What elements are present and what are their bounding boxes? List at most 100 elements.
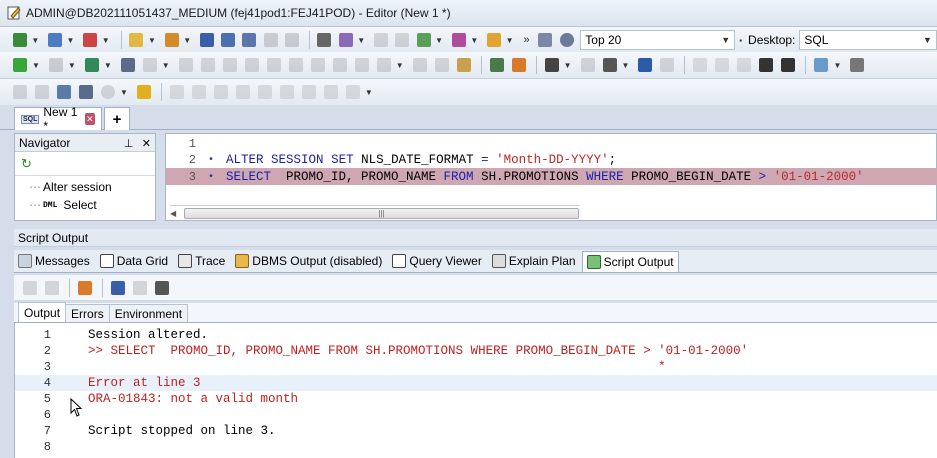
- undo-icon[interactable]: [635, 56, 655, 74]
- tab-messages[interactable]: Messages: [14, 251, 94, 272]
- close-tab-icon[interactable]: ✕: [84, 113, 95, 125]
- nav-icon-9[interactable]: [343, 83, 363, 101]
- debug-icon[interactable]: [176, 56, 196, 74]
- tools-icon[interactable]: [308, 56, 328, 74]
- copy-icon[interactable]: [282, 31, 301, 49]
- grid-icon[interactable]: [410, 56, 430, 74]
- close-icon[interactable]: ✕: [142, 138, 151, 150]
- output-line-text: Error at line 3: [88, 376, 201, 390]
- clear-icon[interactable]: [130, 279, 150, 297]
- stop-icon[interactable]: [286, 56, 306, 74]
- plugin-icon[interactable]: [134, 83, 154, 101]
- nav-icon-6[interactable]: [277, 83, 297, 101]
- tab-script-output[interactable]: Script Output: [581, 250, 679, 272]
- tree-item-select[interactable]: ⋯ DML Select: [29, 196, 155, 214]
- print-icon[interactable]: [315, 31, 334, 49]
- nav-icon-7[interactable]: [299, 83, 319, 101]
- output-icon-1[interactable]: [20, 279, 40, 297]
- save-icon[interactable]: [108, 279, 128, 297]
- explain-icon[interactable]: [140, 56, 160, 74]
- copy-doc-icon[interactable]: [75, 279, 95, 297]
- open-recent-icon[interactable]: [162, 31, 181, 49]
- step-out-icon[interactable]: [264, 56, 284, 74]
- output-icon-2[interactable]: [42, 279, 62, 297]
- step-icon[interactable]: [220, 56, 240, 74]
- new-tab-button[interactable]: +: [104, 107, 130, 130]
- lowercase-icon[interactable]: [712, 56, 732, 74]
- tab-dbms-output[interactable]: DBMS Output (disabled): [231, 251, 386, 272]
- uppercase-icon[interactable]: [690, 56, 710, 74]
- arrow-icon[interactable]: [32, 83, 52, 101]
- run-icon[interactable]: [10, 83, 30, 101]
- disconnect-icon[interactable]: [80, 31, 99, 49]
- nav-icon-4[interactable]: [233, 83, 253, 101]
- more-icon[interactable]: [847, 56, 867, 74]
- run-statement-icon[interactable]: [10, 56, 30, 74]
- nav-icon-2[interactable]: [189, 83, 209, 101]
- tab-data-grid[interactable]: Data Grid: [96, 251, 172, 272]
- paint-icon[interactable]: [811, 56, 831, 74]
- nav-icon-1[interactable]: [167, 83, 187, 101]
- nav-icon-3[interactable]: [211, 83, 231, 101]
- script-output-area[interactable]: 1 Session altered. 2 >> SELECT PROMO_ID,…: [14, 323, 937, 458]
- initcap-icon[interactable]: [734, 56, 754, 74]
- outdent-icon[interactable]: [778, 56, 798, 74]
- scroll-left-icon[interactable]: ◀: [170, 209, 176, 218]
- clear-icon[interactable]: [393, 31, 412, 49]
- open-folder-icon[interactable]: [127, 31, 146, 49]
- tab-trace[interactable]: Trace: [174, 251, 229, 272]
- checklist-icon[interactable]: [487, 56, 507, 74]
- refresh-icon[interactable]: ↻: [21, 156, 32, 172]
- cut-icon[interactable]: [261, 31, 280, 49]
- snippets-icon[interactable]: [484, 31, 503, 49]
- window-icon[interactable]: [54, 83, 74, 101]
- subtab-output[interactable]: Output: [18, 302, 67, 322]
- zoom-icon[interactable]: [557, 31, 576, 49]
- table-icon[interactable]: [432, 56, 452, 74]
- reports-icon[interactable]: [449, 31, 468, 49]
- play-icon[interactable]: [98, 83, 118, 101]
- profile-icon[interactable]: [374, 56, 394, 74]
- horizontal-scrollbar[interactable]: ◀ |||: [170, 205, 580, 220]
- save-all-icon[interactable]: [240, 31, 259, 49]
- redo-icon[interactable]: [657, 56, 677, 74]
- rows-combo[interactable]: Top 20 ▼: [580, 30, 736, 50]
- desktop-combo[interactable]: SQL ▼: [799, 30, 937, 50]
- commit-icon[interactable]: [82, 56, 102, 74]
- variable-icon[interactable]: [198, 56, 218, 74]
- save-as-icon[interactable]: [218, 31, 237, 49]
- tab-new-1[interactable]: SQL New 1 * ✕: [14, 105, 102, 133]
- wrench-icon[interactable]: [330, 56, 350, 74]
- tab-explain-plan[interactable]: Explain Plan: [488, 251, 580, 272]
- settings-icon[interactable]: [352, 56, 372, 74]
- messages-icon: [18, 254, 32, 268]
- print-icon[interactable]: [152, 279, 172, 297]
- rollback-icon[interactable]: [118, 56, 138, 74]
- subtab-errors[interactable]: Errors: [65, 304, 110, 322]
- replace-icon[interactable]: [600, 56, 620, 74]
- monitor-icon[interactable]: [414, 31, 433, 49]
- panel-icon[interactable]: [76, 83, 96, 101]
- tab-query-viewer[interactable]: Query Viewer: [388, 251, 485, 272]
- find-icon[interactable]: [542, 56, 562, 74]
- trace-icon: [178, 254, 193, 268]
- scrollbar-thumb[interactable]: |||: [184, 208, 579, 219]
- save-icon[interactable]: [197, 31, 216, 49]
- subtab-environment[interactable]: Environment: [108, 304, 189, 322]
- sql-editor[interactable]: 1 2 • ALTER SESSION SET NLS_DATE_FORMAT …: [165, 133, 937, 221]
- connection-icon[interactable]: [10, 31, 29, 49]
- nav-icon-8[interactable]: [321, 83, 341, 101]
- sql-worksheet-icon[interactable]: [45, 31, 64, 49]
- find-next-icon[interactable]: [578, 56, 598, 74]
- indent-icon[interactable]: [756, 56, 776, 74]
- pin-icon[interactable]: ⊥: [124, 138, 134, 150]
- nav-icon-5[interactable]: [255, 83, 275, 101]
- step-into-icon[interactable]: [242, 56, 262, 74]
- refresh-icon[interactable]: [536, 31, 555, 49]
- run-script-icon[interactable]: [46, 56, 66, 74]
- history-icon[interactable]: [371, 31, 390, 49]
- tree-item-alter-session[interactable]: ⋯ Alter session: [29, 178, 155, 196]
- copy-doc-icon[interactable]: [509, 56, 529, 74]
- format-icon[interactable]: [336, 31, 355, 49]
- clipboard-icon[interactable]: [454, 56, 474, 74]
